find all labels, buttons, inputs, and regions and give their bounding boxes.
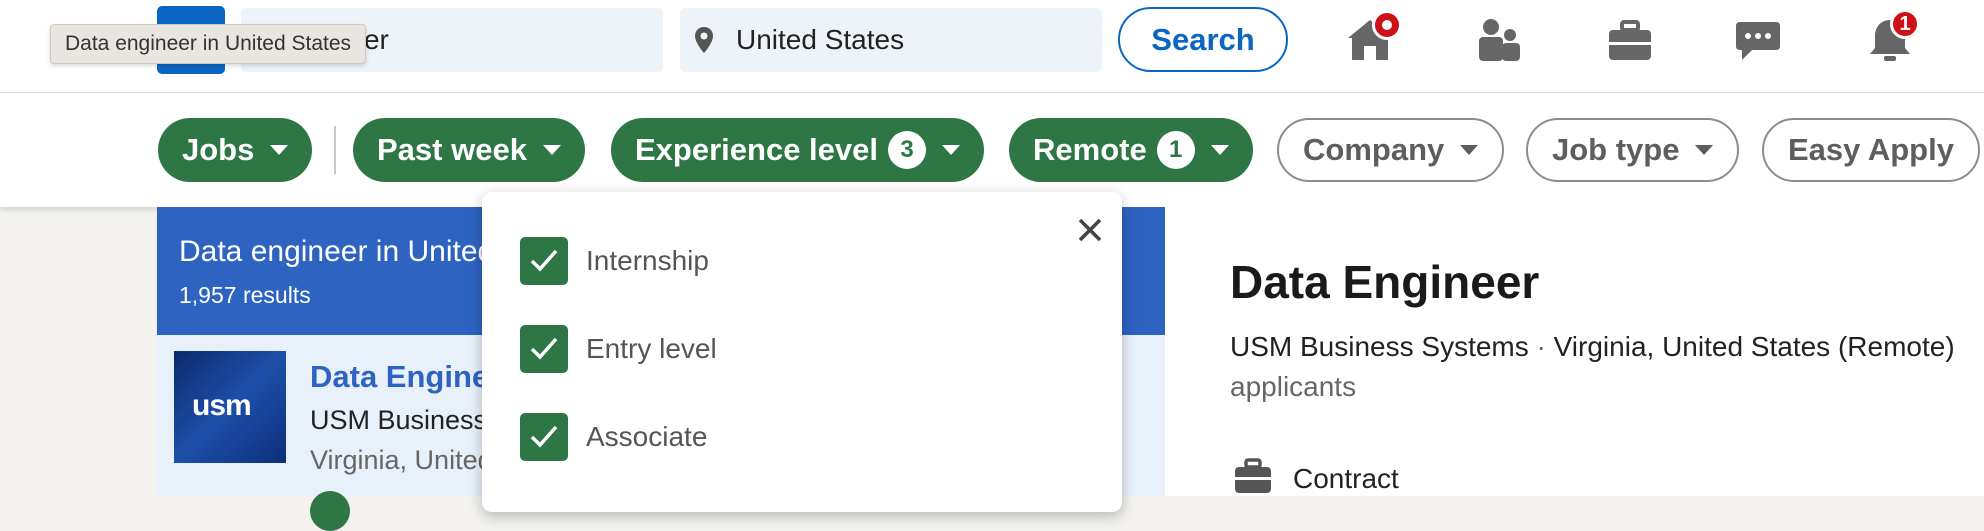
result-count: 1,957 results (179, 282, 311, 308)
notifications-badge: 1 (1890, 9, 1920, 39)
experience-level-dropdown: Internship Entry level Associate (482, 192, 1122, 512)
location-pin-icon (695, 27, 713, 53)
job-detail-title[interactable]: Data Engineer (1230, 255, 1539, 309)
checkbox-checked[interactable] (520, 237, 568, 285)
caret-down-icon (1695, 145, 1714, 155)
briefcase-icon (1235, 458, 1271, 493)
job-detail-location: Virginia, United States (Remote) (1553, 331, 1955, 362)
network-nav[interactable] (1476, 18, 1524, 62)
jobs-filter[interactable]: Jobs (158, 118, 313, 182)
verified-icon (310, 491, 350, 531)
easy-apply-filter[interactable]: Easy Apply (1762, 118, 1980, 182)
caret-down-icon (542, 145, 561, 155)
check-icon (530, 425, 558, 448)
checkbox-checked[interactable] (520, 413, 568, 461)
message-icon (1736, 22, 1780, 60)
caret-down-icon (1210, 145, 1229, 155)
jobs-nav[interactable] (1606, 18, 1654, 62)
remote-count-badge: 1 (1156, 131, 1195, 169)
experience-count-badge: 3 (888, 131, 926, 169)
people-icon (1479, 19, 1520, 61)
separator: · (1536, 331, 1546, 362)
caret-down-icon (1460, 145, 1479, 155)
check-icon (530, 249, 558, 272)
job-detail-subtitle: USM Business Systems · Virginia, United … (1230, 331, 1955, 363)
company-logo-text: usm (192, 389, 252, 422)
experience-level-filter-label: Experience level (635, 132, 878, 167)
close-icon[interactable] (1072, 212, 1108, 248)
option-label: Associate (586, 421, 708, 452)
experience-level-filter[interactable]: Experience level 3 (611, 118, 984, 182)
option-label: Entry level (586, 333, 717, 364)
location-input[interactable]: United States (680, 8, 1102, 72)
filter-divider (334, 126, 336, 174)
notifications-nav[interactable]: 1 (1866, 9, 1920, 62)
company-filter-label: Company (1303, 132, 1445, 167)
jobs-filter-label: Jobs (182, 132, 255, 167)
easy-apply-filter-label: Easy Apply (1788, 132, 1954, 167)
filter-bar: Jobs Past week Experience level 3 Remote… (0, 93, 1984, 207)
remote-filter[interactable]: Remote 1 (1009, 118, 1253, 182)
job-detail-company[interactable]: USM Business Systems (1230, 331, 1529, 362)
company-filter[interactable]: Company (1277, 118, 1505, 182)
caret-down-icon (270, 145, 289, 155)
company-logo[interactable]: usm (174, 351, 286, 463)
checkbox-checked[interactable] (520, 325, 568, 373)
location-input-value: United States (736, 24, 905, 55)
search-tooltip: Data engineer in United States (50, 24, 367, 64)
job-type-filter-label: Job type (1552, 132, 1680, 167)
past-week-filter[interactable]: Past week (353, 118, 585, 182)
job-type-filter[interactable]: Job type (1526, 118, 1740, 182)
search-button[interactable]: Search (1118, 7, 1288, 72)
caret-down-icon (942, 145, 960, 155)
home-notification-dot (1372, 10, 1402, 40)
remote-filter-label: Remote (1033, 132, 1147, 167)
briefcase-icon (1609, 20, 1651, 60)
home-nav[interactable] (1346, 10, 1402, 62)
job-detail-type: Contract (1293, 463, 1399, 494)
job-detail-applicants: applicants (1230, 371, 1357, 402)
messaging-nav[interactable] (1734, 18, 1782, 62)
check-icon (530, 337, 558, 360)
past-week-filter-label: Past week (377, 132, 527, 167)
job-detail-panel: Data Engineer USM Business Systems · Vir… (1165, 207, 1984, 496)
option-label: Internship (586, 245, 709, 276)
